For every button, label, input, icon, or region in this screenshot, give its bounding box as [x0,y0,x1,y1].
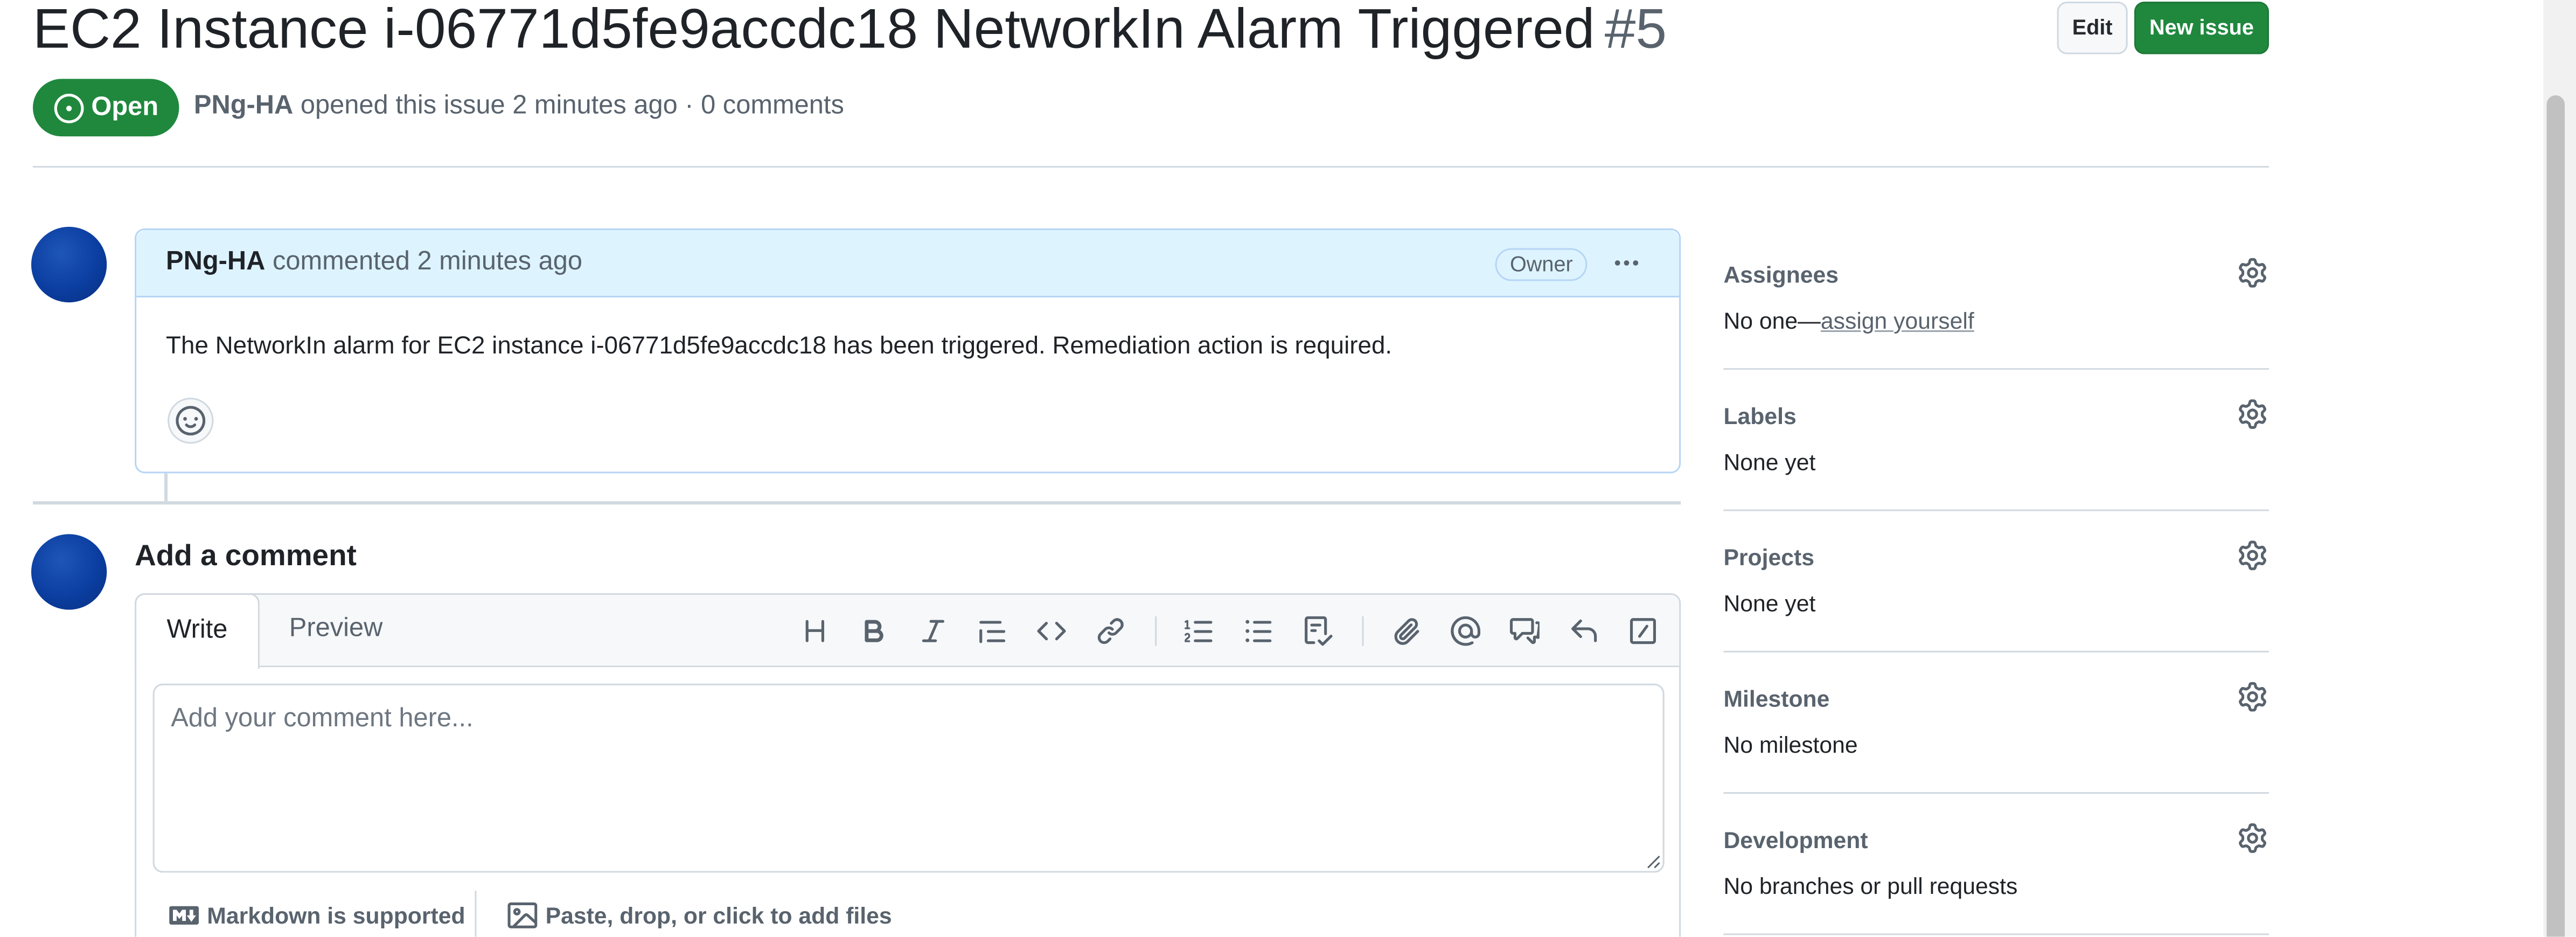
unordered-list-icon[interactable] [1241,615,1277,648]
sidebar-assignees: Assignees No one—assign yourself [1723,228,2269,370]
comment-header: PNg-HA commented 2 minutes ago Owner [136,230,1680,298]
add-reaction-button[interactable] [168,398,214,444]
issue-state-badge: Open [33,79,179,137]
slash-commands-icon[interactable] [1625,615,1661,648]
comment-timestamp[interactable]: commented 2 minutes ago [273,248,582,276]
issue-meta: opened this issue 2 minutes ago · 0 comm… [300,92,844,120]
header-divider [33,166,2269,168]
sidebar-projects: Projects None yet [1723,511,2269,653]
sidebar-milestone: Milestone No milestone [1723,653,2269,794]
comment-options-icon[interactable] [1609,247,1645,280]
issue-state-label: Open [91,93,159,121]
comment-author-link[interactable]: PNg-HA [166,248,265,276]
markdown-note-label: Markdown is supported [207,902,465,929]
mention-icon[interactable] [1447,615,1484,648]
gear-icon[interactable] [2236,539,2269,572]
development-value: No branches or pull requests [1723,872,2018,899]
gear-icon[interactable] [2236,681,2269,713]
sidebar-labels: Labels None yet [1723,370,2269,511]
heading-icon[interactable] [797,615,833,648]
edit-button[interactable]: Edit [2057,2,2128,54]
comment-meta: PNg-HA commented 2 minutes ago [166,248,582,278]
assignees-value: No one— [1723,307,1821,334]
smiley-icon [176,406,206,436]
tab-preview[interactable]: Preview [289,615,383,644]
sidebar-heading: Assignees [1723,261,1839,288]
scrollbar-thumb[interactable] [2546,95,2565,937]
image-icon [507,900,538,930]
milestone-value: No milestone [1723,731,1858,758]
numbered-list-icon[interactable] [1181,615,1217,648]
comment-textarea[interactable] [152,683,1665,873]
markdown-supported-link[interactable]: Markdown is supported [169,900,465,930]
sidebar-divider [1723,933,2269,935]
cross-reference-icon[interactable] [1507,615,1543,648]
issue-comment: PNg-HA commented 2 minutes ago Owner The… [135,228,1681,474]
new-issue-button[interactable]: New issue [2134,2,2269,54]
issue-title-text: EC2 Instance i-06771d5fe9accdc18 Network… [33,0,1595,61]
footer-divider [475,891,477,937]
sidebar-heading: Development [1723,827,1868,853]
comment-editor: Write Preview Add your comment here... M… [135,593,1681,937]
add-comment-heading: Add a comment [135,539,357,572]
timeline-connector [164,473,168,502]
sidebar-heading: Labels [1723,402,1797,429]
issue-number: #5 [1604,0,1667,61]
avatar[interactable] [31,226,107,303]
attach-files-button[interactable]: Paste, drop, or click to add files [507,900,892,930]
italic-icon[interactable] [915,615,951,648]
toolbar-divider [1155,616,1157,646]
timeline-divider [33,501,1681,505]
code-icon[interactable] [1033,615,1069,648]
issue-subtitle: PNg-HA opened this issue 2 minutes ago ·… [194,92,844,122]
link-icon[interactable] [1092,615,1129,648]
resize-grip-icon[interactable] [1646,855,1661,869]
quote-icon[interactable] [974,615,1011,648]
avatar[interactable] [31,534,107,610]
issue-page: EC2 Instance i-06771d5fe9accdc18 Network… [0,0,2576,937]
attach-icon[interactable] [1388,615,1424,648]
owner-badge: Owner [1495,248,1588,281]
sidebar-development: Development No branches or pull requests [1723,794,2269,935]
assign-yourself-link[interactable]: assign yourself [1821,307,1974,334]
toolbar-divider [1362,616,1364,646]
bold-icon[interactable] [856,615,892,648]
projects-value: None yet [1723,589,1816,616]
gear-icon[interactable] [2236,398,2269,431]
markdown-icon [169,900,199,930]
task-list-icon[interactable] [1300,615,1336,648]
reply-icon[interactable] [1566,615,1602,648]
editor-footer: Markdown is supported Paste, drop, or cl… [136,891,1679,937]
labels-value: None yet [1723,448,1816,475]
comment-body: The NetworkIn alarm for EC2 instance i-0… [166,332,1393,360]
tab-write[interactable]: Write [135,593,260,669]
gear-icon[interactable] [2236,256,2269,289]
gear-icon[interactable] [2236,822,2269,855]
issue-opened-icon [53,93,83,123]
editor-tabs: Write Preview [135,593,1680,669]
issue-title: EC2 Instance i-06771d5fe9accdc18 Network… [33,0,1667,69]
sidebar-heading: Projects [1723,544,1814,571]
sidebar-value: No one—assign yourself [1723,307,1974,334]
attach-note-label: Paste, drop, or click to add files [545,902,892,929]
sidebar-heading: Milestone [1723,685,1830,712]
issue-author-link[interactable]: PNg-HA [194,92,293,120]
